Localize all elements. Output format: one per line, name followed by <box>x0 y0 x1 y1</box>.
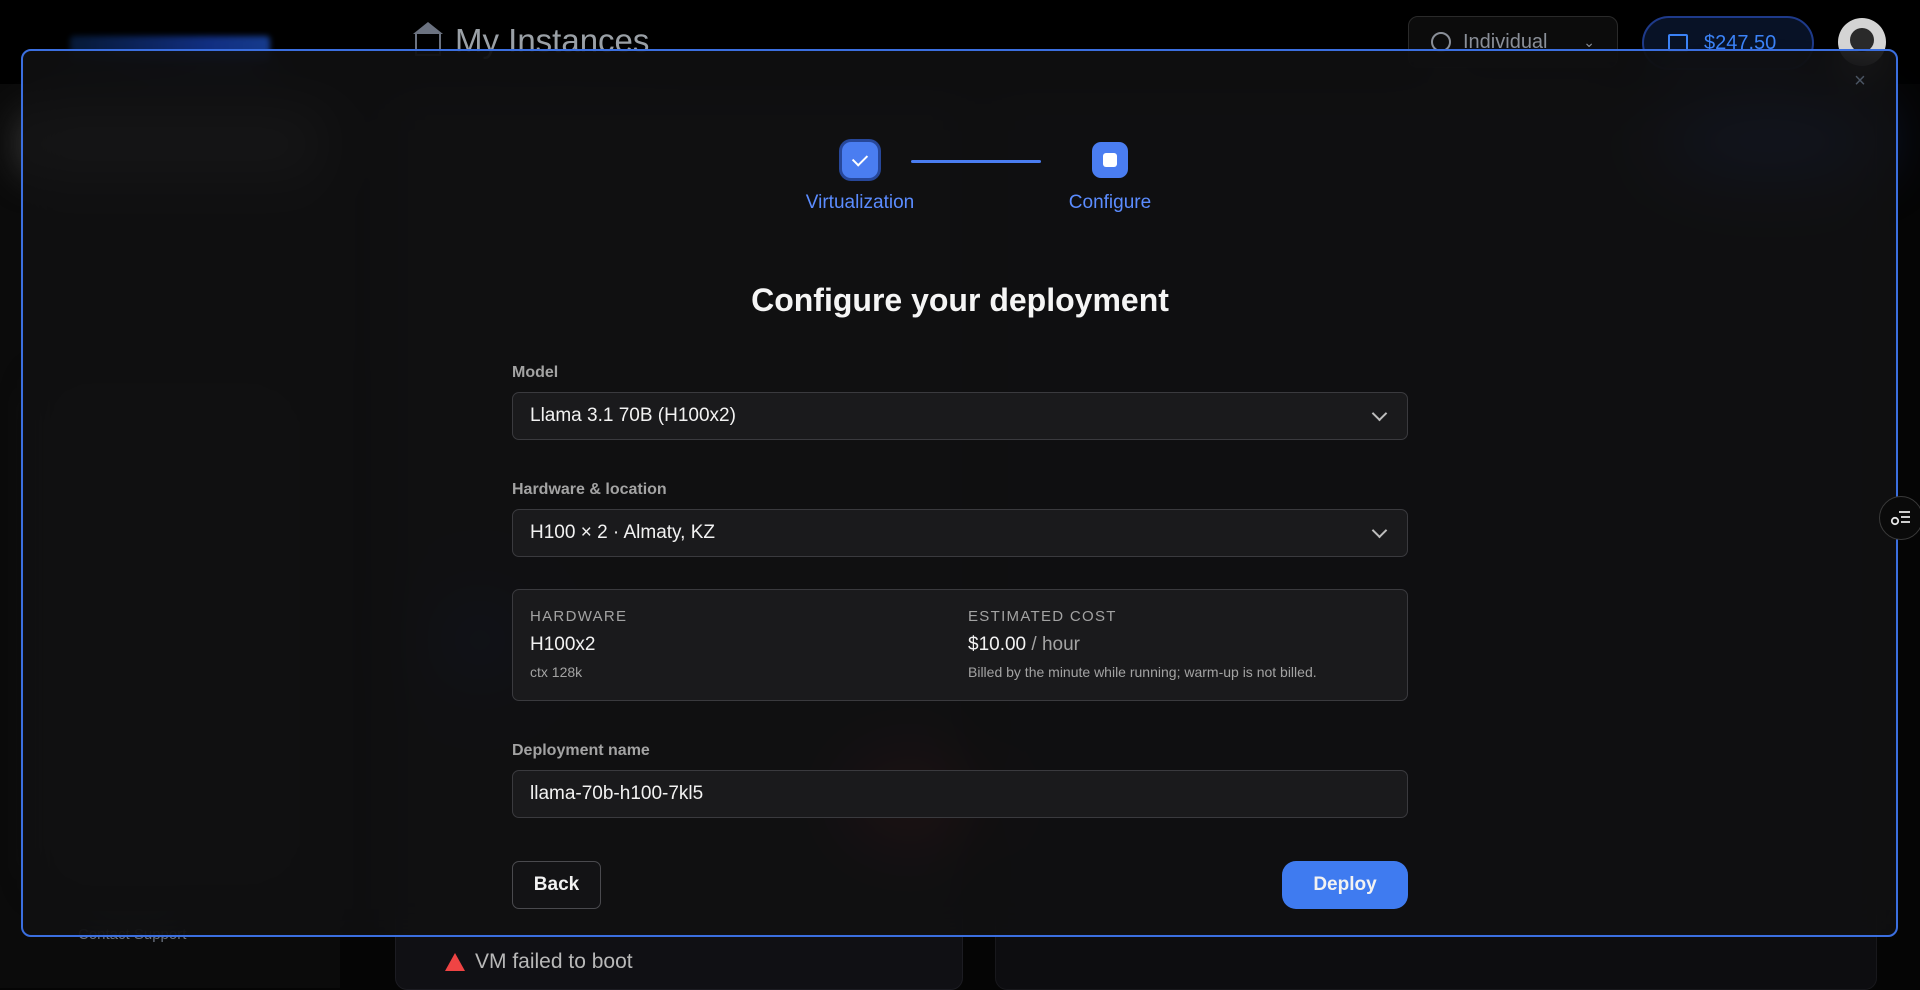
hardware-location-value: H100 × 2 · Almaty, KZ <box>530 522 715 543</box>
step-label: Configure <box>1068 192 1152 213</box>
back-button[interactable]: Back <box>512 861 601 909</box>
checklist-button[interactable] <box>1879 496 1920 540</box>
check-icon <box>851 150 869 167</box>
modal-heading: Configure your deployment <box>751 282 1169 318</box>
checklist-icon <box>1890 511 1910 526</box>
deployment-summary: HARDWARE H100x2 ctx 128k ESTIMATED COST … <box>512 589 1408 701</box>
step-current-indicator <box>1092 142 1128 178</box>
deployment-name-label: Deployment name <box>512 742 650 759</box>
step-virtualization[interactable]: Virtualization <box>770 142 950 214</box>
stepper: Virtualization Configure <box>770 142 1151 232</box>
instance-error-text: VM failed to boot <box>475 950 633 973</box>
cost-value-line: $10.00 / hour <box>968 634 1080 656</box>
model-select-value: Llama 3.1 70B (H100x2) <box>530 405 736 426</box>
step-complete-indicator <box>842 142 878 178</box>
model-label: Model <box>512 364 559 381</box>
cost-unit: / hour <box>1031 634 1080 655</box>
step-label: Virtualization <box>805 192 915 213</box>
chevron-down-icon <box>1371 522 1388 539</box>
hardware-value: H100x2 <box>530 634 596 655</box>
deployment-name-value: llama-70b-h100-7kl5 <box>530 783 704 804</box>
chevron-down-icon: ⌄ <box>1583 33 1595 50</box>
deploy-button[interactable]: Deploy <box>1282 861 1408 909</box>
hardware-kicker: HARDWARE <box>530 608 628 625</box>
hardware-location-select[interactable]: H100 × 2 · Almaty, KZ <box>512 509 1408 557</box>
step-configure[interactable]: Configure <box>1020 142 1200 214</box>
hardware-location-label: Hardware & location <box>512 481 667 498</box>
hardware-context: ctx 128k <box>530 664 583 680</box>
cost-value: $10.00 <box>968 634 1027 655</box>
warning-icon <box>445 953 465 971</box>
step-square-icon <box>1103 153 1117 167</box>
cost-kicker: ESTIMATED COST <box>968 608 1117 625</box>
billing-note: Billed by the minute while running; warm… <box>968 664 1317 680</box>
chevron-down-icon <box>1371 405 1388 422</box>
model-select[interactable]: Llama 3.1 70B (H100x2) <box>512 392 1408 440</box>
instance-error: VM failed to boot <box>445 950 633 974</box>
deployment-name-input[interactable]: llama-70b-h100-7kl5 <box>512 770 1408 818</box>
close-icon[interactable]: × <box>1848 69 1872 93</box>
